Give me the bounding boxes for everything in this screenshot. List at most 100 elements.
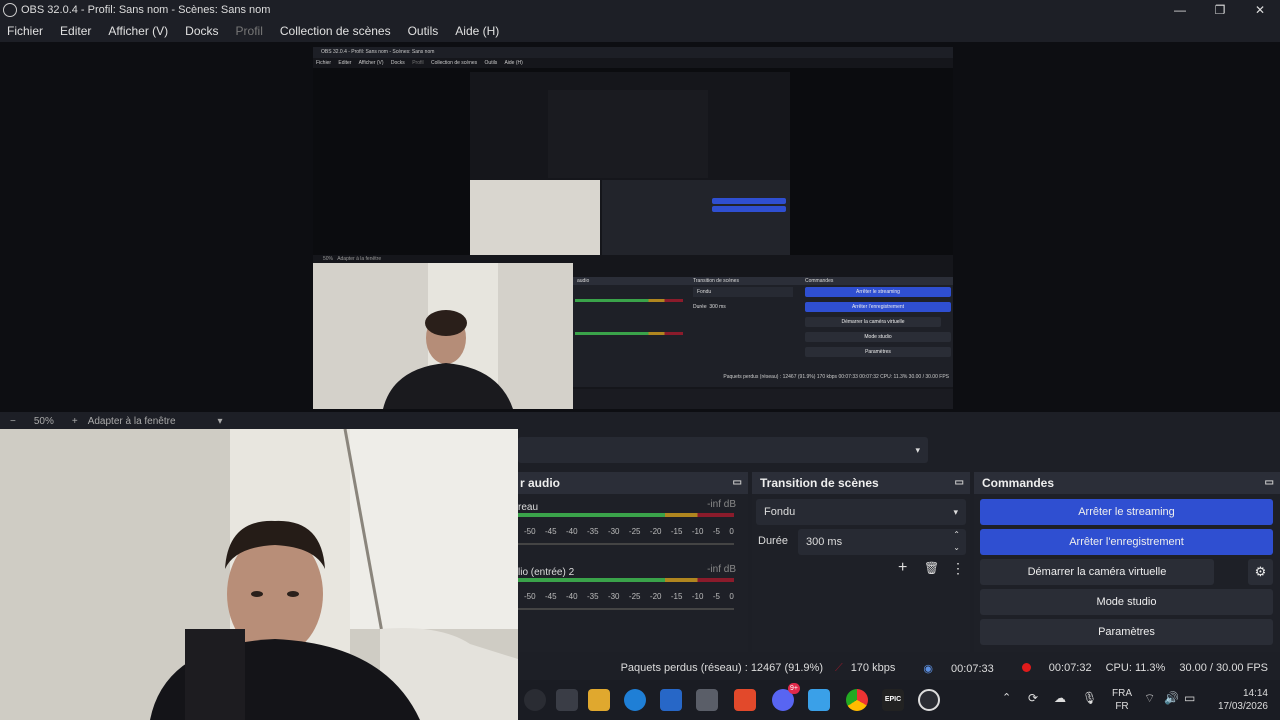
trash-icon[interactable]: 🗑 — [924, 561, 939, 575]
language-indicator[interactable]: FRA FR — [1112, 687, 1132, 713]
wifi-icon[interactable]: ⌔ — [1144, 692, 1155, 705]
studio-mode-button[interactable]: Mode studio — [980, 589, 1273, 615]
camera-source — [0, 429, 518, 720]
inner-menu-bar: Fichier Editer Afficher (V) Docks Profil… — [313, 58, 953, 68]
stream-status: ◉ 00:07:33 — [923, 662, 994, 675]
mixer-track-db: -inf dB — [707, 499, 736, 510]
inner-zoombar: 50% Adapter à la fenêtre — [323, 256, 382, 262]
menu-fichier[interactable]: Fichier — [7, 24, 43, 38]
start-virtual-camera-button[interactable]: Démarrer la caméra virtuelle — [980, 559, 1214, 585]
chrome-icon[interactable] — [846, 689, 868, 711]
inner-vcam: Démarrer la caméra virtuelle — [805, 317, 941, 327]
duration-spinbox[interactable]: 300 ms ⌃ ⌄ — [798, 529, 966, 555]
task-view-icon[interactable] — [556, 689, 578, 711]
microphone-icon[interactable]: 🎙 — [1082, 692, 1097, 705]
inner-stop-rec: Arrêter l'enregistrement — [805, 302, 951, 312]
file-explorer-icon[interactable] — [588, 689, 610, 711]
spin-down-icon[interactable]: ⌄ — [953, 535, 960, 561]
inner-nested-stream-btn — [712, 198, 786, 204]
inner-docks: audio Transition de scènes Commandes Fon… — [573, 277, 953, 387]
display-capture-source: OBS 32.0.4 - Profil: Sans nom - Scènes: … — [313, 47, 953, 409]
volume-icon[interactable]: 🔊 — [1164, 692, 1179, 705]
zoom-out-button[interactable]: − — [10, 416, 16, 427]
volume-slider[interactable] — [518, 608, 734, 610]
inner-nested-capture-2 — [548, 90, 708, 178]
gear-icon[interactable]: ⚙ — [1248, 559, 1273, 585]
battery-icon[interactable]: ▭ — [1184, 692, 1195, 705]
inner-camera-source — [313, 263, 573, 409]
stop-recording-button[interactable]: Arrêter l'enregistrement — [980, 529, 1273, 555]
inner-window-title: OBS 32.0.4 - Profil: Sans nom - Scènes: … — [313, 47, 953, 58]
streaming-icon: ◉ — [923, 662, 933, 675]
inner-menu-item: Profil — [412, 60, 424, 66]
inner-nested-rec-btn — [712, 206, 786, 212]
transition-type-select[interactable]: Fondu ▾ — [756, 499, 966, 525]
edge-icon[interactable] — [624, 689, 646, 711]
inner-studio: Mode studio — [805, 332, 951, 342]
undock-icon[interactable]: ▭ — [955, 477, 964, 488]
settings-button[interactable]: Paramètres — [980, 619, 1273, 645]
scene-transitions-dock: Transition de scènes ▭ Fondu ▾ Durée 300… — [752, 472, 970, 652]
undock-icon[interactable]: ▭ — [733, 477, 742, 488]
preview-zoombar: − 50% + Adapter à la fenêtre ▾ — [0, 413, 520, 429]
brave-icon[interactable] — [734, 689, 756, 711]
undock-icon[interactable]: ▭ — [1265, 477, 1274, 488]
inner-menu-item: Docks — [390, 60, 405, 66]
meter-scale: -50 -45 -40 -35 -30 -25 -20 -15 -10 -5 0 — [524, 592, 734, 601]
inner-menu-item: Editer — [338, 60, 352, 66]
duration-label: Durée — [758, 535, 788, 547]
obs-taskbar-icon[interactable] — [918, 689, 940, 711]
inner-menu-item: Collection de scènes — [431, 60, 478, 66]
inner-nested-camera — [470, 180, 600, 255]
meter-scale: -50 -45 -40 -35 -30 -25 -20 -15 -10 -5 0 — [524, 527, 734, 536]
epic-games-icon[interactable]: EPIC — [882, 689, 904, 711]
search-icon[interactable] — [524, 689, 546, 711]
scene-selector[interactable]: ▾ — [518, 437, 928, 463]
menu-bar: Fichier Editer Afficher (V) Docks Profil… — [0, 20, 1280, 42]
fps: 30.00 / 30.00 FPS — [1179, 662, 1268, 674]
chevron-down-icon: ▾ — [915, 445, 920, 455]
menu-editer[interactable]: Editer — [60, 24, 91, 38]
discord-icon[interactable]: 9+ — [772, 683, 800, 711]
sync-icon[interactable]: ⟳ — [1028, 692, 1038, 705]
inner-menu-item: Aide (H) — [504, 60, 523, 66]
close-button[interactable]: ✕ — [1240, 0, 1280, 20]
discord-badge: 9+ — [788, 683, 800, 694]
windows-taskbar: 9+ EPIC ⌃ ⟳ ☁ 🎙 FRA FR ⌔ 🔊 ▭ 14:14 17/03/2… — [518, 680, 1280, 720]
menu-aide[interactable]: Aide (H) — [455, 24, 499, 38]
volume-meter — [518, 513, 734, 523]
fit-window-select[interactable]: Adapter à la fenêtre — [88, 416, 176, 427]
maximize-button[interactable]: ❐ — [1200, 0, 1240, 20]
inner-menu-item: Outils — [484, 60, 498, 66]
onedrive-icon[interactable]: ☁ — [1054, 692, 1066, 705]
fit-window-dropdown-icon[interactable]: ▾ — [218, 416, 223, 427]
cpu-usage: CPU: 11.3% — [1105, 662, 1166, 674]
minimize-button[interactable]: — — [1160, 0, 1200, 20]
inner-preview — [313, 68, 953, 255]
stop-streaming-button[interactable]: Arrêter le streaming — [980, 499, 1273, 525]
mixer-track-label: reau — [518, 502, 539, 513]
add-transition-icon[interactable]: + — [898, 559, 907, 577]
mixer-track-db: -inf dB — [707, 564, 736, 575]
zoom-in-button[interactable]: + — [72, 416, 78, 427]
chevron-up-icon[interactable]: ⌃ — [1002, 692, 1011, 705]
camera-app-icon[interactable] — [696, 689, 718, 711]
more-options-icon[interactable]: ⋮ — [951, 560, 965, 577]
menu-collection-scenes[interactable]: Collection de scènes — [280, 24, 391, 38]
mixer-track-label: lio (entrée) 2 — [518, 567, 575, 578]
inner-menu-item: Afficher (V) — [358, 60, 384, 66]
audio-mixer-dock: r audio ▭ reau -inf dB -50 -45 -40 -35 -30 -2… — [518, 472, 748, 652]
zoom-level: 50% — [33, 415, 54, 427]
microsoft-store-icon[interactable] — [660, 689, 682, 711]
menu-outils[interactable]: Outils — [408, 24, 439, 38]
volume-slider[interactable] — [518, 543, 734, 545]
inner-taskbar — [573, 389, 953, 409]
mixer-track: reau -inf dB -50 -45 -40 -35 -30 -25 -20 -15 -10… — [518, 499, 748, 545]
clock[interactable]: 14:14 17/03/2026 — [1208, 687, 1268, 713]
notepad-icon[interactable] — [808, 689, 830, 711]
menu-docks[interactable]: Docks — [185, 24, 218, 38]
menu-profil[interactable]: Profil — [236, 24, 263, 38]
menu-afficher[interactable]: Afficher (V) — [108, 24, 168, 38]
volume-meter — [518, 578, 734, 588]
mixer-header: r audio — [520, 476, 561, 490]
